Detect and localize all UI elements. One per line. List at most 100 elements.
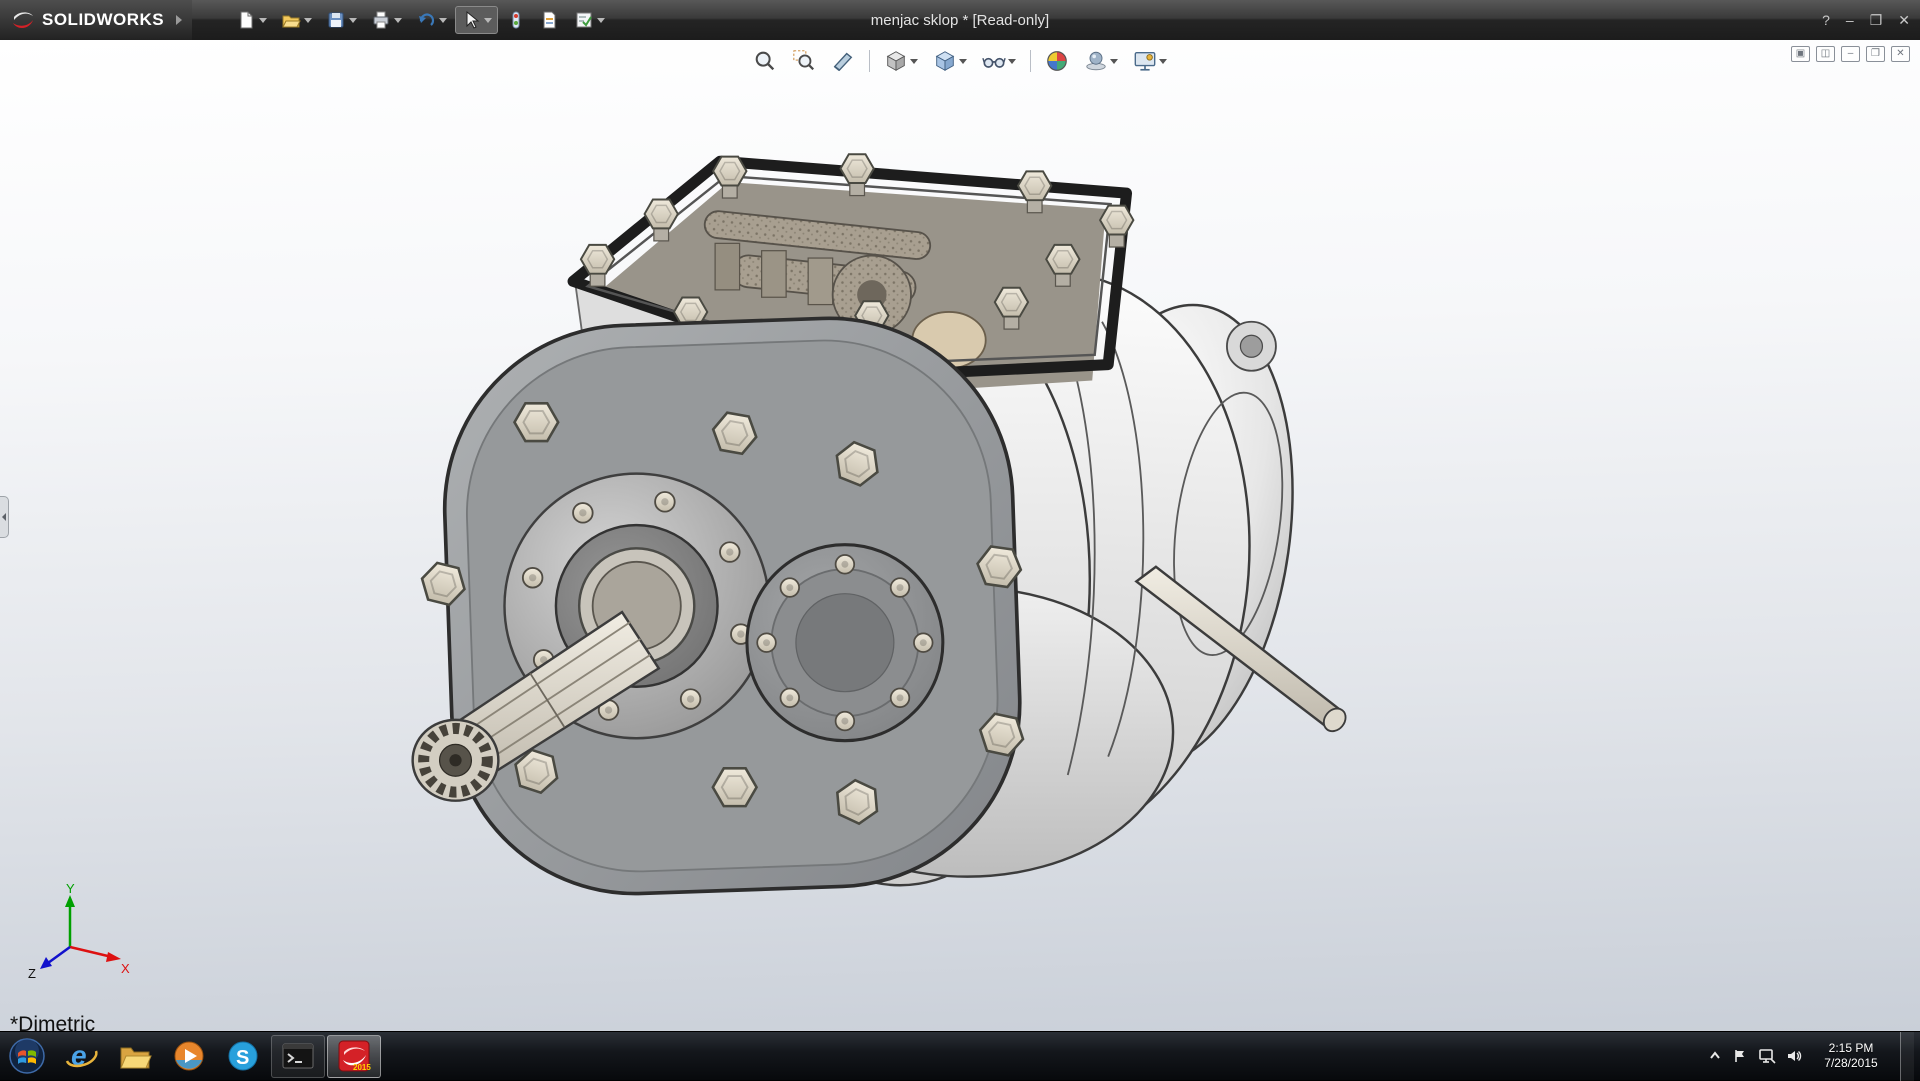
triad-z-label: Z (28, 966, 36, 979)
dropdown-arrow-icon[interactable] (959, 59, 967, 64)
print-button[interactable] (365, 6, 408, 34)
document-window-controls: ▣ ◫ – ❐ ✕ (1791, 46, 1910, 62)
dropdown-arrow-icon[interactable] (597, 18, 605, 23)
appearance-ball-icon (1045, 49, 1069, 73)
dropdown-arrow-icon[interactable] (910, 59, 918, 64)
show-desktop-button[interactable] (1900, 1032, 1914, 1081)
doc-close-icon[interactable]: ✕ (1891, 46, 1910, 62)
print-icon (371, 10, 391, 30)
solidworks-logo-icon (10, 7, 36, 33)
select-button[interactable] (455, 6, 498, 34)
solidworks-taskbar-icon: 2015 (336, 1038, 372, 1074)
view-settings-icon (1133, 49, 1157, 73)
section-view-icon (831, 49, 855, 73)
undo-button[interactable] (410, 6, 453, 34)
toolbar-separator (1030, 50, 1031, 72)
section-view-button[interactable] (827, 46, 859, 76)
dropdown-arrow-icon[interactable] (394, 18, 402, 23)
options-button[interactable] (568, 6, 611, 34)
help-button[interactable]: ? (1822, 12, 1830, 28)
file-properties-button[interactable] (534, 6, 566, 34)
internet-explorer-icon: e (63, 1038, 99, 1074)
file-toolbar (230, 6, 611, 34)
command-prompt-icon (280, 1038, 316, 1074)
taskbar-command-prompt[interactable] (271, 1035, 325, 1078)
new-document-icon (236, 10, 256, 30)
hidden-icons-chevron-icon[interactable] (1708, 1049, 1722, 1063)
undo-icon (416, 10, 436, 30)
zoom-to-fit-icon (753, 49, 777, 73)
close-button[interactable]: ✕ (1898, 12, 1910, 29)
taskbar-messenger[interactable]: S (216, 1032, 270, 1081)
dropdown-arrow-icon[interactable] (1159, 59, 1167, 64)
rebuild-button[interactable] (500, 6, 532, 34)
gearbox-3d-model[interactable] (0, 40, 1920, 1031)
rebuild-icon (506, 10, 526, 30)
scene-icon (1084, 49, 1108, 73)
apply-scene-button[interactable] (1080, 46, 1122, 76)
system-tray: 2:15 PM 7/28/2015 (1708, 1032, 1920, 1081)
start-button[interactable] (0, 1032, 54, 1081)
taskbar-solidworks[interactable]: 2015 (327, 1035, 381, 1078)
dropdown-arrow-icon[interactable] (304, 18, 312, 23)
view-orientation-label: *Dimetric (10, 1013, 95, 1031)
maximize-button[interactable]: ❐ (1870, 12, 1883, 29)
display-style-button[interactable] (929, 46, 971, 76)
open-folder-icon (281, 10, 301, 30)
view-settings-button[interactable] (1129, 46, 1171, 76)
new-document-button[interactable] (230, 6, 273, 34)
doc-minimize-icon[interactable]: – (1841, 46, 1860, 62)
volume-icon[interactable] (1786, 1048, 1802, 1064)
save-button[interactable] (320, 6, 363, 34)
svg-text:S: S (236, 1047, 249, 1069)
dropdown-arrow-icon[interactable] (1008, 59, 1016, 64)
reference-triad[interactable]: Y X Z (26, 883, 130, 979)
taskbar-media-player[interactable] (162, 1032, 216, 1081)
media-player-icon (171, 1038, 207, 1074)
dropdown-arrow-icon[interactable] (484, 18, 492, 23)
solidworks-logo: SOLIDWORKS (0, 0, 192, 40)
tray-time: 2:15 PM (1812, 1041, 1890, 1056)
heads-up-toolbar (749, 46, 1171, 76)
graphics-viewport[interactable]: ▣ ◫ – ❐ ✕ Y X Z *Dimetric (0, 40, 1920, 1031)
solidworks-version-badge: 2015 (353, 1063, 371, 1072)
windows-start-orb-icon (8, 1037, 46, 1075)
taskbar-windows-explorer[interactable] (108, 1032, 162, 1081)
view-orientation-button[interactable] (880, 46, 922, 76)
eyeglasses-icon (982, 49, 1006, 73)
select-cursor-icon (461, 10, 481, 30)
file-properties-icon (540, 10, 560, 30)
network-status-icon[interactable] (1758, 1048, 1776, 1064)
action-center-flag-icon[interactable] (1732, 1048, 1748, 1064)
brand-menu-caret-icon[interactable] (176, 15, 182, 25)
triad-x-label: X (121, 961, 130, 976)
taskbar-internet-explorer[interactable]: e (54, 1032, 108, 1081)
hide-show-items-button[interactable] (978, 46, 1020, 76)
zoom-to-area-button[interactable] (788, 46, 820, 76)
dropdown-arrow-icon[interactable] (259, 18, 267, 23)
view-orientation-cube-icon (884, 49, 908, 73)
panel-collapse-handle[interactable] (0, 496, 9, 538)
doc-restore-icon[interactable]: ❐ (1866, 46, 1885, 62)
taskbar: e S 2015 (0, 1031, 1920, 1080)
titlebar: SOLIDWORKS (0, 0, 1920, 40)
doc-new-window-icon[interactable]: ▣ (1791, 46, 1810, 62)
zoom-to-area-icon (792, 49, 816, 73)
tray-date: 7/28/2015 (1812, 1056, 1890, 1071)
options-icon (574, 10, 594, 30)
dropdown-arrow-icon[interactable] (349, 18, 357, 23)
dropdown-arrow-icon[interactable] (1110, 59, 1118, 64)
doc-split-icon[interactable]: ◫ (1816, 46, 1835, 62)
save-icon (326, 10, 346, 30)
dropdown-arrow-icon[interactable] (439, 18, 447, 23)
edit-appearance-button[interactable] (1041, 46, 1073, 76)
tray-clock[interactable]: 2:15 PM 7/28/2015 (1812, 1041, 1890, 1071)
display-style-icon (933, 49, 957, 73)
model-front-flange (413, 312, 1027, 900)
open-button[interactable] (275, 6, 318, 34)
toolbar-separator (869, 50, 870, 72)
messenger-icon: S (225, 1038, 261, 1074)
zoom-to-fit-button[interactable] (749, 46, 781, 76)
brand-name: SOLIDWORKS (42, 10, 164, 30)
minimize-button[interactable]: – (1846, 12, 1854, 28)
